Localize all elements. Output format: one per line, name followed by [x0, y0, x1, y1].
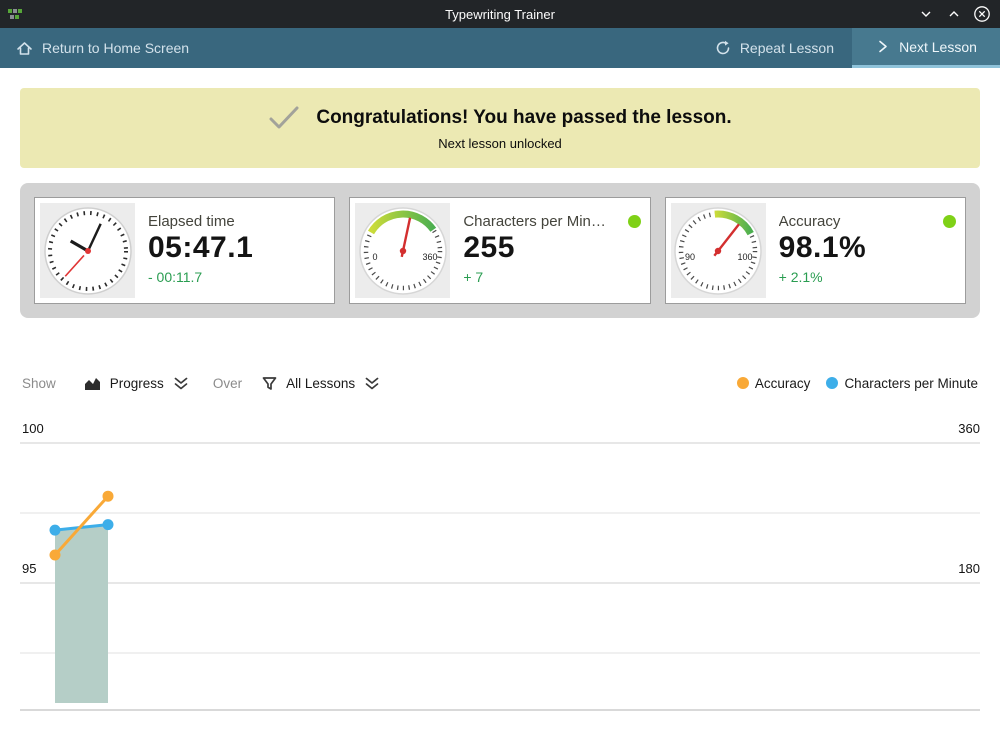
cpm-legend-dot: [826, 377, 838, 389]
filter-funnel-icon: [262, 376, 277, 391]
banner-subtitle: Next lesson unlocked: [438, 136, 562, 151]
cpm-delta: + 7: [463, 269, 644, 285]
chart-type-icon: [84, 376, 101, 391]
speedometer-icon: 0 360: [357, 205, 449, 297]
repeat-lesson-label: Repeat Lesson: [740, 40, 834, 56]
window-close-button[interactable]: [970, 2, 994, 26]
chart-controls-row: Show Progress Over All Lessons Accuracy: [20, 368, 980, 398]
cpm-legend-label: Characters per Minute: [844, 376, 978, 391]
legend-cpm: Characters per Minute: [826, 376, 978, 391]
cpm-card: 0 360 Characters per Min… 255 + 7: [349, 197, 650, 304]
accuracy-delta: + 2.1%: [779, 269, 960, 285]
accuracy-improved-indicator: [943, 215, 956, 228]
toolbar: Return to Home Screen Repeat Lesson Next…: [0, 28, 1000, 68]
chevron-double-down-icon: [173, 376, 189, 391]
legend-accuracy: Accuracy: [737, 376, 811, 391]
accuracy-legend-label: Accuracy: [755, 376, 811, 391]
return-home-button[interactable]: Return to Home Screen: [0, 28, 207, 68]
left-axis-tick-mid: 95: [22, 561, 82, 576]
elapsed-time-card: Elapsed time 05:47.1 - 00:11.7: [34, 197, 335, 304]
app-icon: [7, 6, 24, 23]
accuracy-label: Accuracy: [779, 213, 935, 230]
cpm-improved-indicator: [628, 215, 641, 228]
window-controls: [914, 0, 994, 28]
right-axis-tick-mid: 180: [920, 561, 980, 576]
repeat-lesson-button[interactable]: Repeat Lesson: [697, 28, 852, 68]
checkmark-icon: [268, 105, 300, 131]
home-icon: [16, 40, 33, 57]
window-minimize-button[interactable]: [914, 2, 938, 26]
clock-icon: [42, 205, 134, 297]
right-axis-tick-top: 360: [920, 421, 980, 436]
next-lesson-button[interactable]: Next Lesson: [852, 28, 1000, 68]
progress-chart-svg: [0, 418, 1000, 727]
stats-panel: Elapsed time 05:47.1 - 00:11.7: [20, 183, 980, 318]
repeat-icon: [715, 40, 731, 56]
accuracy-gauge-min-label: 90: [685, 252, 695, 262]
accuracy-card: 90 100 Accuracy 98.1% + 2.1%: [665, 197, 966, 304]
next-lesson-label: Next Lesson: [899, 39, 977, 55]
chevron-double-down-icon: [364, 376, 380, 391]
return-home-label: Return to Home Screen: [42, 40, 189, 56]
elapsed-time-clock-image: [40, 203, 135, 298]
scope-selector-value: All Lessons: [286, 376, 355, 391]
cpm-gauge-image: 0 360: [355, 203, 450, 298]
accuracy-meter-icon: 90 100: [672, 205, 764, 297]
accuracy-value: 98.1%: [779, 231, 960, 265]
results-screen: Congratulations! You have passed the les…: [0, 68, 1000, 747]
cpm-label: Characters per Min…: [463, 213, 619, 230]
elapsed-time-label: Elapsed time: [148, 213, 329, 230]
accuracy-gauge-max-label: 100: [738, 252, 753, 262]
left-axis-tick-top: 100: [22, 421, 82, 436]
toolbar-spacer: [207, 28, 697, 68]
metric-selector-value: Progress: [110, 376, 164, 391]
elapsed-time-delta: - 00:11.7: [148, 269, 329, 285]
elapsed-time-value: 05:47.1: [148, 231, 329, 265]
passed-banner: Congratulations! You have passed the les…: [20, 88, 980, 168]
show-label: Show: [22, 376, 56, 391]
chart-legend: Accuracy Characters per Minute: [737, 376, 978, 391]
banner-title: Congratulations! You have passed the les…: [316, 107, 731, 129]
window-title: Typewriting Trainer: [445, 7, 555, 22]
accuracy-gauge-image: 90 100: [671, 203, 766, 298]
cpm-gauge-max-label: 360: [422, 252, 437, 262]
progress-chart: 100 360 95 180: [0, 418, 1000, 727]
metric-selector[interactable]: Progress: [78, 374, 195, 393]
scope-selector[interactable]: All Lessons: [256, 374, 386, 393]
cpm-value: 255: [463, 231, 644, 265]
over-label: Over: [213, 376, 242, 391]
next-icon: [875, 39, 890, 54]
window-maximize-button[interactable]: [942, 2, 966, 26]
accuracy-legend-dot: [737, 377, 749, 389]
titlebar: Typewriting Trainer: [0, 0, 1000, 28]
cpm-gauge-min-label: 0: [372, 252, 377, 262]
